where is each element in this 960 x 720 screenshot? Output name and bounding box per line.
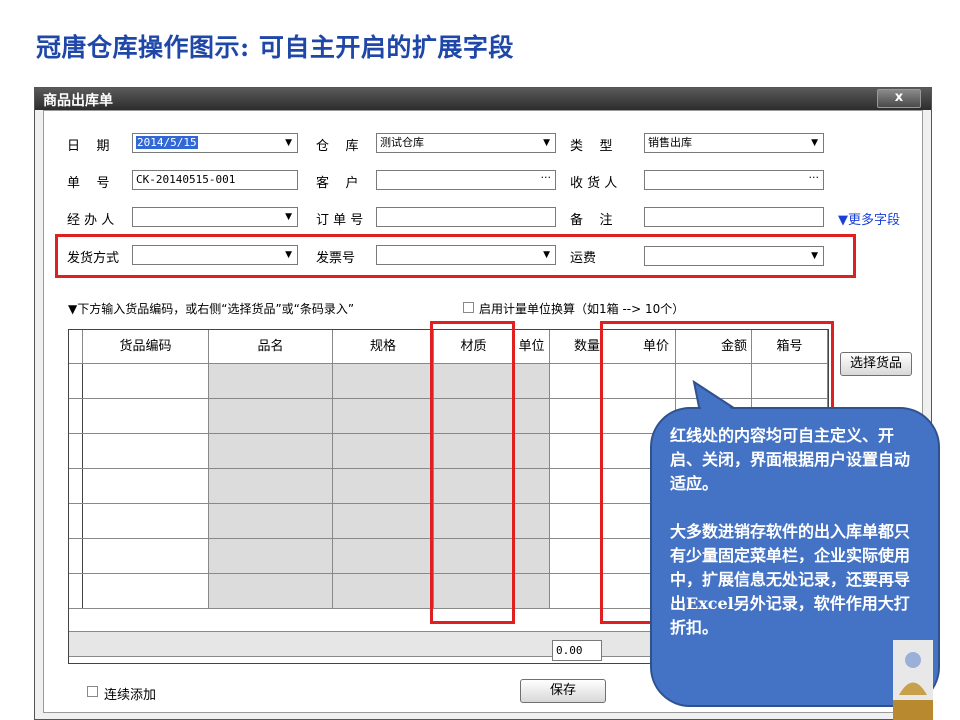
- callout-paragraph-1: 红线处的内容均可自主定义、开启、关闭，界面根据用户设置自动适应。: [670, 426, 911, 493]
- assistant-icon[interactable]: [893, 640, 933, 720]
- callout-text: 红线处的内容均可自主定义、开启、关闭，界面根据用户设置自动适应。 大多数进销存软…: [670, 424, 920, 664]
- callout-paragraph-2: 大多数进销存软件的出入库单都只有少量固定菜单栏，企业实际使用中，扩展信息无处记录…: [670, 522, 911, 637]
